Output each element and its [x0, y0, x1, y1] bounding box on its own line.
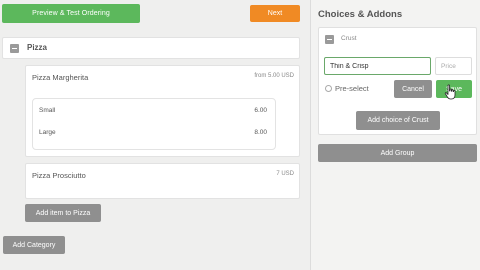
- menu-editor: Preview & Test Ordering Next Pizza Pizza…: [0, 0, 310, 270]
- cancel-button[interactable]: Cancel: [394, 80, 432, 98]
- add-choice-button[interactable]: Add choice of Crust: [356, 111, 440, 130]
- category-header[interactable]: Pizza: [2, 37, 300, 59]
- next-button[interactable]: Next: [250, 5, 300, 22]
- choice-name-input[interactable]: [324, 57, 431, 75]
- size-row[interactable]: Large 8.00: [39, 129, 267, 141]
- item-name: Pizza Prosciutto: [32, 171, 86, 180]
- size-price: 6.00: [254, 107, 267, 114]
- menu-item-card[interactable]: Pizza Margherita from 5.00 USD Small 6.0…: [25, 65, 300, 157]
- size-row[interactable]: Small 6.00: [39, 107, 267, 119]
- addon-group-header[interactable]: Crust: [319, 28, 476, 50]
- size-label: Large: [39, 129, 56, 136]
- item-price: from 5.00 USD: [254, 73, 294, 79]
- add-group-button[interactable]: Add Group: [318, 144, 477, 162]
- choice-price-input[interactable]: [435, 57, 472, 75]
- add-item-button[interactable]: Add item to Pizza: [25, 204, 101, 222]
- panel-title: Choices & Addons: [318, 9, 403, 20]
- addon-group: Crust Pre-select Cancel Save Add choice …: [318, 27, 477, 135]
- menu-item-card[interactable]: Pizza Prosciutto 7 USD: [25, 163, 300, 199]
- add-category-button[interactable]: Add Category: [3, 236, 65, 254]
- choices-addons-panel: Choices & Addons Crust Pre-select Cancel…: [311, 0, 480, 270]
- preview-test-ordering-button[interactable]: Preview & Test Ordering: [2, 4, 140, 23]
- size-price: 8.00: [254, 129, 267, 136]
- addon-group-name: Crust: [341, 35, 357, 42]
- preselect-label: Pre-select: [335, 84, 369, 93]
- size-label: Small: [39, 107, 56, 114]
- item-name: Pizza Margherita: [32, 73, 89, 82]
- size-options: Small 6.00 Large 8.00: [32, 98, 276, 150]
- collapse-icon[interactable]: [10, 44, 19, 53]
- preselect-radio[interactable]: [325, 85, 332, 92]
- hand-cursor-icon: [444, 84, 456, 100]
- category-title: Pizza: [27, 43, 48, 52]
- item-price: 7 USD: [276, 171, 294, 177]
- collapse-icon[interactable]: [325, 35, 334, 44]
